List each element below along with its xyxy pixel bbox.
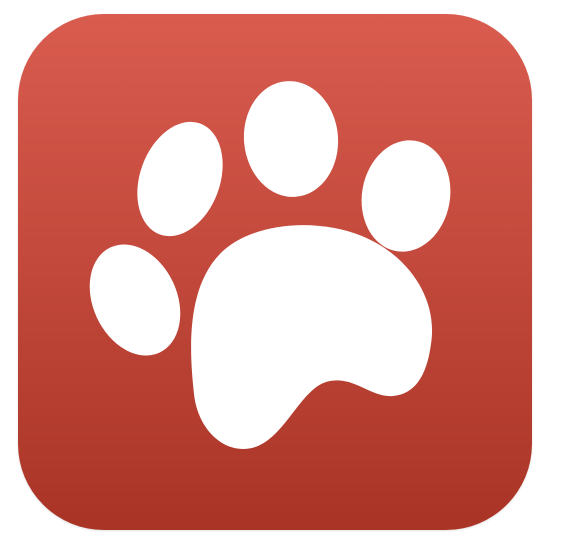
canvas [0, 0, 574, 546]
paw-print-icon [18, 14, 532, 530]
app-icon[interactable] [18, 14, 532, 530]
